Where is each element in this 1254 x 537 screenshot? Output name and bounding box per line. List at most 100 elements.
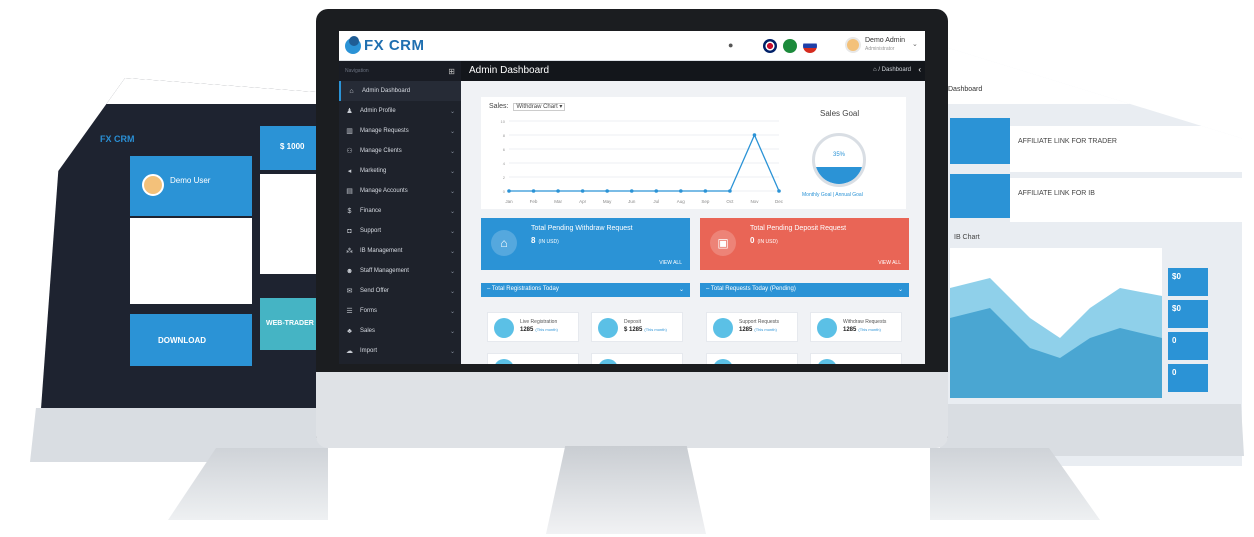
- mini-card-value-row: 1285 (This month): [520, 327, 558, 333]
- left-profile-card: Demo User: [130, 156, 252, 216]
- mini-card-title: Live Registration: [520, 319, 558, 325]
- deposit-view-all-link[interactable]: VIEW ALL: [878, 260, 901, 266]
- sidebar-item-label: Manage Clients: [360, 148, 402, 154]
- x-tick-label: May: [603, 199, 612, 204]
- chart-icon: ▥: [346, 128, 353, 135]
- right-badge-3: 0: [1168, 332, 1208, 360]
- left-download-label: DOWNLOAD: [158, 336, 206, 345]
- mini-card-partial: [810, 353, 902, 364]
- sidebar-item-forms[interactable]: ☰ Forms ⌄: [339, 301, 461, 321]
- sales-goal-gauge: 35%: [812, 133, 866, 187]
- chevron-down-icon: ⌄: [449, 288, 455, 295]
- chevron-down-icon: ⌄: [449, 328, 455, 335]
- gift-icon: ✉: [346, 288, 353, 295]
- dollar-icon: $: [347, 207, 352, 215]
- mini-card-sub: (This month): [535, 327, 558, 332]
- withdraw-view-all-link[interactable]: VIEW ALL: [659, 260, 682, 266]
- chevron-down-icon: ⌄: [678, 287, 684, 293]
- mini-card-partial: [487, 353, 579, 364]
- circle-icon: [494, 359, 514, 364]
- y-tick-label: 6: [503, 147, 506, 152]
- sidebar-item-staff-management[interactable]: ☻ Staff Management ⌄: [339, 261, 461, 281]
- left-webtrader-card[interactable]: WEB-TRADER: [260, 298, 324, 350]
- data-point: [629, 189, 634, 193]
- circle-icon: [817, 359, 837, 364]
- sidebar-item-label: Forms: [360, 308, 377, 314]
- x-tick-label: Jan: [505, 199, 513, 204]
- deposit-value-row: 0 (IN USD): [750, 236, 778, 245]
- data-point: [703, 189, 708, 193]
- x-tick-label: Feb: [530, 199, 538, 204]
- import-icon: ☁: [346, 348, 353, 355]
- requests-section-header[interactable]: – Total Requests Today (Pending) ⌄: [700, 283, 909, 297]
- mini-card-title: Deposit: [624, 319, 641, 325]
- right-badge-4-value: 0: [1172, 368, 1177, 377]
- sidebar-item-sales[interactable]: ♣ Sales ⌄: [339, 321, 461, 341]
- chevron-down-icon: ⌄: [897, 287, 903, 293]
- mini-card-value-row: 1285 (This month): [739, 327, 777, 333]
- sidebar-item-manage-clients[interactable]: ⚇ Manage Clients ⌄: [339, 141, 461, 161]
- russia-flag-icon[interactable]: [803, 39, 817, 53]
- y-tick-label: 10: [501, 119, 506, 124]
- registrations-section-header[interactable]: – Total Registrations Today ⌄: [481, 283, 690, 297]
- chevron-down-icon: ⌄: [449, 248, 455, 255]
- deposit-card: Deposit $ 1285 (This month): [591, 312, 683, 342]
- user-menu-chevron-down-icon[interactable]: ⌄: [912, 40, 918, 48]
- user-avatar[interactable]: [845, 37, 861, 53]
- mini-card-partial: [591, 353, 683, 364]
- deposit-unit: (IN USD): [757, 239, 778, 245]
- saudi-flag-icon[interactable]: [783, 39, 797, 53]
- chevron-down-icon: ⌄: [449, 268, 455, 275]
- sales-chart-header: Sales: Withdraw Chart ▾: [489, 103, 566, 111]
- forms-icon: ☰: [346, 308, 353, 315]
- deposit-title: Total Pending Deposit Request: [750, 225, 847, 232]
- y-tick-label: 0: [503, 189, 506, 194]
- uk-flag-icon[interactable]: [763, 39, 777, 53]
- user-name[interactable]: Demo Admin: [865, 37, 905, 44]
- right-monitor-screen: Dashboard AFFILIATE LINK FOR TRADER AFFI…: [942, 46, 1242, 466]
- deposit-value: 0: [750, 236, 755, 245]
- right-badge-2-value: $0: [1172, 304, 1181, 313]
- chevron-down-icon: ⌄: [449, 208, 455, 215]
- sidebar-item-finance[interactable]: $ Finance ⌄: [339, 201, 461, 221]
- x-tick-label: Oct: [726, 199, 734, 204]
- chevron-down-icon: ⌄: [449, 168, 455, 175]
- sidebar-item-send-offer[interactable]: ✉ Send Offer ⌄: [339, 281, 461, 301]
- live-registration-card: Live Registration 1285 (This month): [487, 312, 579, 342]
- left-chart-panel: [260, 174, 324, 274]
- annual-goal-link[interactable]: Annual Goal: [835, 192, 863, 198]
- sidebar-item-marketing[interactable]: ◂ Marketing ⌄: [339, 161, 461, 181]
- mini-card-sub: (This month): [644, 327, 667, 332]
- sidebar-item-import[interactable]: ☁ Import ⌄: [339, 341, 461, 361]
- breadcrumb[interactable]: ⌂ / Dashboard: [873, 67, 911, 73]
- mini-card-value-row: $ 1285 (This month): [624, 327, 667, 333]
- sidebar-toggle-icon[interactable]: ⊞: [448, 67, 455, 76]
- collapse-arrow-icon[interactable]: ‹: [918, 65, 921, 74]
- sidebar-item-admin-dashboard[interactable]: ⌂ Admin Dashboard: [339, 81, 461, 101]
- sidebar-item-manage-accounts[interactable]: ▤ Manage Accounts ⌄: [339, 181, 461, 201]
- sales-chart-panel: Sales: Withdraw Chart ▾ 0 2 4 6 8 10 Jan Feb Mar…: [481, 97, 906, 209]
- mini-card-sub: (This month): [754, 327, 777, 332]
- chart-type-select[interactable]: Withdraw Chart ▾: [513, 103, 566, 111]
- right-badge-1: $0: [1168, 268, 1208, 296]
- sales-chart-label: Sales:: [489, 103, 509, 110]
- sidebar-header: Navigation ⊞: [339, 61, 461, 81]
- monthly-goal-link[interactable]: Monthly Goal: [802, 192, 831, 198]
- sidebar-item-support[interactable]: ◘ Support ⌄: [339, 221, 461, 241]
- sidebar-item-admin-profile[interactable]: ♟ Admin Profile ⌄: [339, 101, 461, 121]
- app-logo[interactable]: FX CRM: [345, 35, 425, 54]
- right-link-icon-1: [950, 118, 1010, 164]
- left-webtrader-label: WEB-TRADER: [266, 320, 314, 327]
- sales-icon: ♣: [347, 327, 352, 335]
- sidebar-item-manage-requests[interactable]: ▥ Manage Requests ⌄: [339, 121, 461, 141]
- circle-icon: [494, 318, 514, 338]
- sidebar: Navigation ⊞ ⌂ Admin Dashboard ♟ Admin P…: [339, 61, 461, 364]
- notification-bell-icon[interactable]: ●: [728, 40, 733, 50]
- left-download-card[interactable]: DOWNLOAD: [130, 314, 252, 366]
- sidebar-item-ib-management[interactable]: ⁂ IB Management ⌄: [339, 241, 461, 261]
- chevron-down-icon: ⌄: [449, 108, 455, 115]
- chevron-down-icon: ⌄: [449, 128, 455, 135]
- chart-type-select-value: Withdraw Chart: [516, 104, 558, 110]
- mini-card-title: Withdraw Requests: [843, 319, 887, 325]
- sidebar-item-label: Send Offer: [360, 288, 389, 294]
